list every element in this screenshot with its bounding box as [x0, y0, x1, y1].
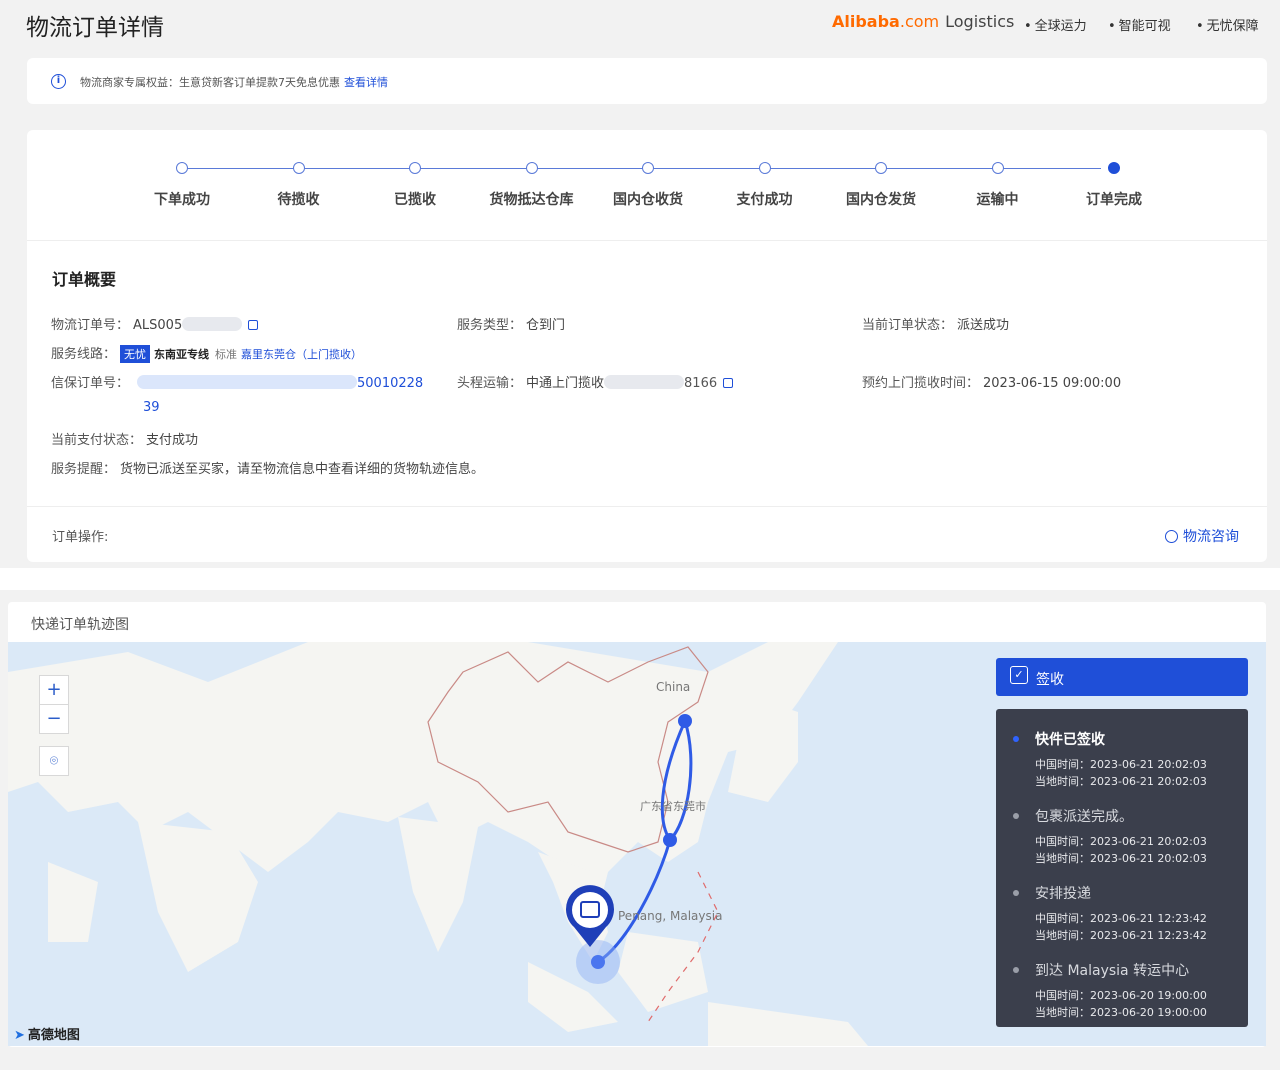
- map-land-africa-edge: [48, 862, 98, 942]
- map-attribution: ➤ 高德地图: [14, 1028, 80, 1043]
- redacted-blur: [182, 317, 243, 331]
- map-title: 快递订单轨迹图: [31, 617, 129, 633]
- logistics-consult-button[interactable]: 物流咨询: [1165, 526, 1239, 546]
- trade-order-number-line2[interactable]: 39: [143, 400, 160, 415]
- step-label: 国内仓收货: [613, 192, 683, 208]
- notice-text: 物流商家专属权益：生意贷新客订单提款7天免息优惠: [80, 76, 340, 89]
- step-dot: [758, 162, 771, 174]
- locate-button[interactable]: ⌾: [39, 746, 69, 776]
- calendar-check-icon: ✓: [1010, 666, 1028, 684]
- route-point-destination[interactable]: [591, 955, 605, 969]
- zoom-in-button[interactable]: +: [39, 675, 69, 705]
- redacted-blur: [137, 375, 358, 389]
- event-dot: [1013, 890, 1019, 896]
- event-dot: [1013, 736, 1019, 742]
- tracking-map-card: 快递订单轨迹图 + − ⌾ China 广东省东莞市 Penang, Malay…: [8, 602, 1266, 1047]
- notice-bar: i 物流商家专属权益：生意贷新客订单提款7天免息优惠 查看详情: [27, 58, 1267, 104]
- section-separator: [0, 568, 1280, 590]
- service-route: 服务线路： 无忧 东南亚专线 标准 嘉里东莞仓（上门揽收）: [51, 345, 363, 363]
- step-label: 支付成功: [736, 192, 793, 208]
- route-point-start[interactable]: [678, 714, 692, 728]
- trade-assurance-order-number: 信保订单号： 50010228: [51, 375, 424, 391]
- divider: [27, 240, 1267, 241]
- view-details-link[interactable]: 查看详情: [344, 76, 388, 89]
- copy-icon[interactable]: [723, 378, 734, 388]
- alibaba-logistics-logo[interactable]: Alibaba.com Logistics: [832, 12, 1014, 31]
- step-label: 下单成功: [154, 192, 210, 208]
- step-label: 已揽收: [394, 192, 436, 208]
- step-dot: [525, 162, 538, 174]
- zoom-out-button[interactable]: −: [39, 704, 69, 734]
- tracking-events-panel: 快件已签收 中国时间：2023-06-21 20:02:03 当地时间：2023…: [996, 709, 1248, 1027]
- logistics-order-number: 物流订单号： ALS005: [51, 314, 259, 333]
- step-dot: [1108, 162, 1120, 174]
- step-dot: [409, 162, 421, 174]
- tracking-map[interactable]: + − ⌾ China 广东省东莞市 Penang, Malaysia ➤ 高德地…: [8, 642, 1266, 1046]
- step-label: 货物抵达仓库: [489, 192, 574, 208]
- map-land-india: [398, 817, 478, 952]
- top-bar: 物流订单详情 Alibaba.comLogistics 全球运力 智能可视 无忧…: [0, 0, 1280, 46]
- feature-global-capacity: 全球运力: [1024, 15, 1087, 34]
- service-type: 服务类型： 仓到门: [457, 318, 566, 333]
- event-dot: [1013, 967, 1019, 973]
- step-label: 待揽收: [277, 192, 320, 208]
- marker-inner: [572, 892, 608, 928]
- redacted-blur: [604, 375, 685, 389]
- step-dot: [292, 162, 305, 174]
- event-dot: [1013, 813, 1019, 819]
- map-label-city: 广东省东莞市: [640, 800, 706, 813]
- scheduled-pickup-time: 预约上门揽收时间： 2023-06-15 09:00:00: [862, 376, 1122, 391]
- order-operations-label: 订单操作:: [52, 530, 109, 545]
- sign-receipt-button[interactable]: ✓ 签收: [996, 658, 1248, 696]
- order-overview-title: 订单概要: [52, 270, 117, 289]
- warehouse-link[interactable]: 嘉里东莞仓（上门揽收）: [241, 348, 362, 361]
- route-point-dongguan[interactable]: [663, 833, 677, 847]
- step-dot: [642, 162, 654, 174]
- map-land-indonesia: [708, 1002, 868, 1046]
- map-label-china: China: [656, 680, 691, 694]
- consult-icon: [1165, 530, 1178, 543]
- feature-worry-free: 无忧保障: [1196, 15, 1259, 34]
- page-title: 物流订单详情: [26, 15, 164, 41]
- step-label: 运输中: [976, 192, 1019, 208]
- step-label: 订单完成: [1086, 192, 1142, 208]
- copy-icon[interactable]: [248, 320, 259, 330]
- order-card: 下单成功 待揽收 已揽收 货物抵达仓库 国内仓收货 支付成功 国内仓发货 运输中 订单完成 订单…: [27, 130, 1267, 562]
- step-dot: [991, 162, 1004, 174]
- info-icon: i: [51, 74, 66, 89]
- gaode-logo-icon: ➤: [14, 1028, 25, 1043]
- step-dot: [176, 162, 188, 174]
- divider: [27, 506, 1267, 507]
- location-pin-icon: ⌾: [49, 753, 59, 769]
- worry-free-tag: 无忧: [120, 345, 151, 363]
- feature-smart-visibility: 智能可视: [1108, 15, 1171, 34]
- first-leg-transport: 头程运输： 中通上门揽收 8166: [457, 372, 734, 391]
- current-order-status: 当前订单状态： 派送成功: [862, 318, 1010, 333]
- trade-order-link[interactable]: 50010228: [357, 376, 423, 391]
- step-label: 国内仓发货: [846, 192, 916, 208]
- service-reminder: 服务提醒： 货物已派送至买家，请至物流信息中查看详细的货物轨迹信息。: [51, 462, 485, 477]
- payment-status: 当前支付状态： 支付成功: [51, 433, 199, 448]
- map-label-penang: Penang, Malaysia: [618, 909, 723, 923]
- step-dot: [875, 162, 887, 174]
